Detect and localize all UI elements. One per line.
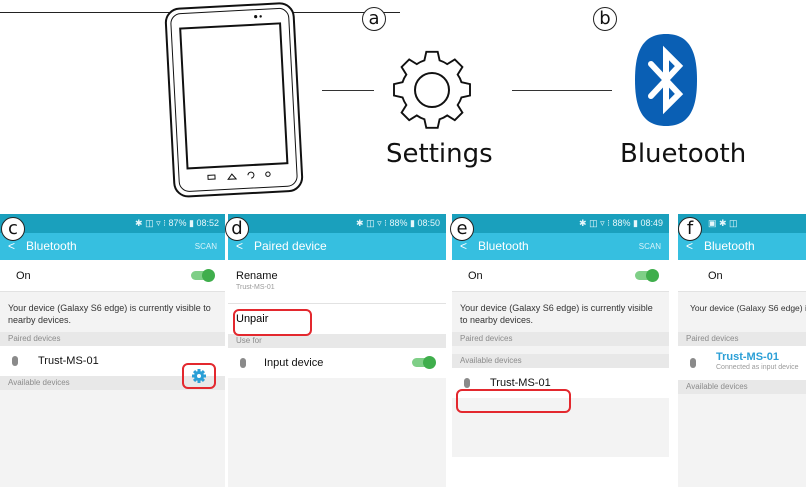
spacer [452,346,669,354]
app-bar: < Paired device [228,233,446,260]
input-device-toggle[interactable] [412,356,436,369]
gear-icon [393,50,471,129]
use-for-header: Use for [228,334,446,348]
app-bar: < Bluetooth SCAN [452,233,669,260]
step-badge-d: d [225,217,249,241]
visibility-description: Your device (Galaxy S6 edge) is currentl… [690,303,806,313]
scan-button[interactable]: SCAN [639,233,661,260]
battery-level: 88% [612,218,631,228]
toggle-label: On [468,270,483,282]
device-row[interactable]: Trust-MS-01 Connected as input device [678,346,806,380]
bluetooth-toggle-row[interactable]: On [678,260,806,292]
tablet-icon [164,2,304,198]
status-bar: ✱ ◫ ▿ ⁝ 87% ▮ 08:52 [0,214,225,233]
rename-subtitle: Trust-MS-01 [236,284,275,291]
device-name: Trust-MS-01 [716,351,779,363]
screen-d: ✱ ◫ ▿ ⁝ 88% ▮ 08:50 < Paired device Rena… [228,214,446,487]
bluetooth-toggle[interactable] [635,269,659,282]
step-badge-e: e [450,217,474,241]
status-bar: ✱ ◫ ▿ ⁝ 88% ▮ 08:49 [452,214,669,233]
settings-gear-icon [192,369,206,383]
step-badge-f: f [678,217,702,241]
mouse-icon [464,378,470,388]
bluetooth-label: Bluetooth [620,139,747,169]
paired-devices-header: Paired devices [452,332,669,346]
app-bar: < Bluetooth SCAN [0,233,225,260]
available-devices-header: Available devices [678,380,806,394]
battery-level: 87% [168,218,187,228]
bluetooth-toggle-row[interactable]: On [452,260,669,292]
rename-label: Rename [236,270,278,282]
unpair-highlight [233,309,312,336]
clock: 08:52 [196,218,219,228]
device-name: Trust-MS-01 [38,355,99,367]
mouse-icon [12,356,18,366]
connector-right [512,90,612,91]
bluetooth-toggle[interactable] [191,269,215,282]
mouse-icon [690,358,696,368]
app-bar-title: Bluetooth [704,239,755,253]
step-badge-b: b [593,7,617,31]
bluetooth-toggle-row[interactable]: On [0,260,225,292]
screen-f: ▣ ✱ ◫ < Bluetooth On Your device (Galaxy… [678,214,806,487]
app-bar-title: Bluetooth [478,239,529,253]
paired-devices-header: Paired devices [0,332,225,346]
visibility-description: Your device (Galaxy S6 edge) is currentl… [460,303,653,325]
clock: 08:49 [640,218,663,228]
device-settings-button[interactable] [182,363,216,389]
settings-label: Settings [386,139,493,169]
app-bar-title: Paired device [254,239,327,253]
status-bar: ✱ ◫ ▿ ⁝ 88% ▮ 08:50 [228,214,446,233]
screen-e: ✱ ◫ ▿ ⁝ 88% ▮ 08:49 < Bluetooth SCAN On … [452,214,669,457]
step-badge-a: a [362,7,386,31]
rename-row[interactable]: Rename Trust-MS-01 [228,260,446,304]
toggle-label: On [708,270,723,282]
battery-level: 88% [389,218,408,228]
device-highlight [456,389,571,413]
clock: 08:50 [417,218,440,228]
screen-c: ✱ ◫ ▿ ⁝ 87% ▮ 08:52 < Bluetooth SCAN On … [0,214,225,487]
connector-left [322,90,374,91]
device-status: Connected as input device [716,364,799,371]
step-badge-c: c [1,217,25,241]
toggle-label: On [16,270,31,282]
scan-button[interactable]: SCAN [195,233,217,260]
input-device-row[interactable]: Input device [228,348,446,378]
bluetooth-icon [635,34,697,126]
mouse-icon [240,358,246,368]
input-device-label: Input device [264,357,324,369]
visibility-description: Your device (Galaxy S6 edge) is currentl… [8,303,211,325]
available-devices-header: Available devices [452,354,669,368]
paired-devices-header: Paired devices [678,332,806,346]
app-bar-title: Bluetooth [26,239,77,253]
device-name: Trust-MS-01 [490,377,551,389]
